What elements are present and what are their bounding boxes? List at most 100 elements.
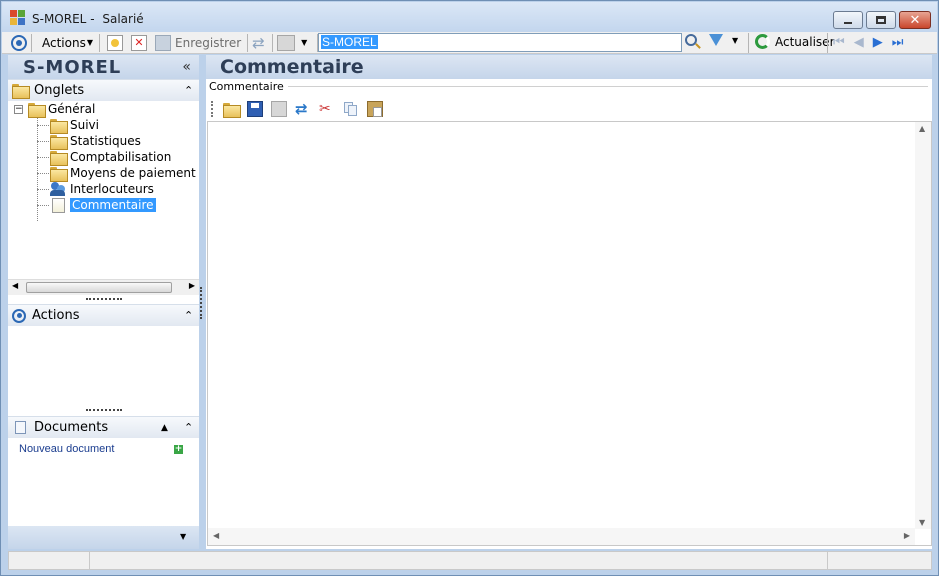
left-sidebar: S-MOREL « Onglets ⌃ − Général Suivi Stat…	[8, 55, 199, 549]
main-header: Commentaire	[206, 55, 932, 79]
actions-section-header[interactable]: Actions ⌃	[8, 304, 199, 326]
scroll-right-icon[interactable]: ▶	[904, 531, 910, 540]
save-button-label: Enregistrer	[175, 35, 242, 50]
title-separator: -	[90, 12, 95, 26]
tree-node-label: Comptabilisation	[70, 150, 172, 164]
scrollbar-thumb[interactable]	[26, 282, 172, 293]
tabs-section-header[interactable]: Onglets ⌃	[8, 79, 199, 101]
comment-toolbar: ⇄ ✂	[211, 101, 383, 118]
delete-icon: ✕	[131, 34, 147, 51]
print-icon[interactable]	[271, 101, 287, 117]
save-icon[interactable]	[247, 101, 263, 117]
folder-icon	[50, 134, 68, 150]
add-document-icon[interactable]: +	[174, 445, 183, 454]
title-module: Salarié	[102, 12, 144, 26]
maximize-button[interactable]	[866, 11, 896, 29]
folder-icon	[12, 84, 30, 99]
previous-record-icon[interactable]: ◀	[854, 35, 864, 50]
delete-record-button[interactable]: ✕	[131, 33, 147, 53]
dropdown-arrow-icon: ▼	[301, 38, 308, 47]
tree-node-moyens-de-paiement[interactable]: Moyens de paiement	[50, 165, 196, 182]
tree-node-commentaire[interactable]: Commentaire	[50, 197, 156, 213]
tree-node-interlocuteurs[interactable]: Interlocuteurs	[50, 181, 154, 197]
minimize-icon	[844, 22, 852, 24]
copy-icon[interactable]	[343, 101, 359, 117]
folder-icon	[50, 118, 68, 134]
tree-node-suivi[interactable]: Suivi	[50, 117, 99, 134]
filter-icon	[709, 34, 723, 46]
close-button[interactable]: ✕	[899, 11, 931, 29]
tree-node-label: Suivi	[70, 118, 99, 132]
collapse-up-icon[interactable]: ▲	[161, 423, 168, 433]
horizontal-scrollbar[interactable]: ◀ ▶	[208, 528, 915, 545]
collapse-section-icon[interactable]: ⌃	[184, 421, 193, 434]
refresh-button-label: Actualiser	[775, 34, 835, 49]
title-bar: S-MOREL - Salarié ✕	[2, 2, 937, 32]
record-search-input[interactable]: S-MOREL	[318, 33, 682, 52]
expand-down-icon[interactable]: ▼	[180, 532, 186, 541]
status-bar	[8, 551, 932, 570]
tree-node-general[interactable]: − Général	[14, 101, 96, 118]
tree-node-statistiques[interactable]: Statistiques	[50, 133, 141, 150]
toolbar-separator	[827, 33, 828, 53]
app-window: S-MOREL - Salarié ✕ Actions ▼ ✕ Enregist…	[0, 0, 939, 576]
print-icon	[277, 34, 296, 51]
paste-icon[interactable]	[367, 101, 383, 117]
toolbar-separator	[31, 33, 32, 52]
scroll-right-icon[interactable]: ▶	[189, 281, 195, 290]
tree-node-comptabilisation[interactable]: Comptabilisation	[50, 149, 172, 166]
tree-node-label: Général	[48, 102, 96, 116]
splitter-grip[interactable]	[86, 409, 122, 412]
last-record-icon[interactable]: ⏭	[892, 35, 904, 50]
tree-node-label: Interlocuteurs	[70, 182, 154, 196]
group-line	[288, 86, 928, 87]
open-folder-icon[interactable]	[223, 102, 241, 118]
save-icon	[155, 34, 171, 51]
scroll-left-icon[interactable]: ◀	[12, 281, 18, 290]
scroll-up-icon[interactable]: ▲	[919, 124, 925, 133]
new-document-link[interactable]: Nouveau document	[19, 443, 114, 455]
comment-text-area[interactable]: ▲ ▼ ◀ ▶	[207, 121, 932, 546]
refresh-button[interactable]: Actualiser	[755, 34, 835, 49]
toolbar-separator	[247, 33, 249, 52]
app-logo-icon	[10, 10, 26, 26]
documents-section-header[interactable]: Documents ▲ ⌃	[8, 416, 199, 438]
maximize-icon	[876, 16, 886, 24]
status-panel	[9, 552, 90, 569]
status-panel	[90, 552, 828, 569]
document-icon	[52, 197, 65, 213]
record-search-value: S-MOREL	[321, 35, 378, 49]
refresh-icon[interactable]: ⇄	[295, 101, 311, 117]
first-record-icon[interactable]: ⏮	[833, 35, 845, 50]
actions-menu[interactable]: Actions ▼	[42, 33, 93, 53]
minimize-button[interactable]	[833, 11, 863, 29]
next-record-icon[interactable]: ▶	[873, 35, 883, 50]
tabs-tree: − Général Suivi Statistiques Comptabilis…	[8, 101, 199, 281]
vertical-splitter[interactable]	[200, 287, 202, 319]
search-button[interactable]	[685, 34, 701, 49]
collapse-section-icon[interactable]: ⌃	[184, 84, 193, 97]
collapse-section-icon[interactable]: ⌃	[184, 309, 193, 322]
actions-circle-icon[interactable]	[11, 33, 27, 53]
close-icon: ✕	[909, 12, 921, 28]
cut-icon[interactable]: ✂	[319, 101, 335, 117]
tabs-section-label: Onglets	[34, 83, 85, 98]
dropdown-arrow-icon: ▼	[86, 38, 93, 47]
sync-button[interactable]: ⇄	[252, 33, 268, 53]
sync-icon: ⇄	[252, 33, 265, 52]
sidebar-header: S-MOREL «	[8, 55, 199, 79]
document-icon	[15, 421, 26, 434]
scroll-down-icon[interactable]: ▼	[919, 518, 925, 527]
toolbar-separator	[272, 33, 274, 52]
save-button[interactable]: Enregistrer	[155, 33, 241, 53]
splitter-grip[interactable]	[86, 298, 122, 301]
collapse-sidebar-icon[interactable]: «	[182, 59, 191, 75]
tree-horizontal-scrollbar[interactable]: ◀ ▶	[8, 279, 199, 295]
collapse-node-icon[interactable]: −	[14, 104, 23, 114]
vertical-scrollbar[interactable]: ▲ ▼	[915, 122, 931, 529]
contacts-icon	[50, 182, 66, 196]
print-button[interactable]: ▼	[277, 33, 307, 53]
filter-button[interactable]: ▼	[709, 34, 738, 46]
scroll-left-icon[interactable]: ◀	[213, 531, 219, 540]
new-record-button[interactable]	[107, 33, 123, 53]
